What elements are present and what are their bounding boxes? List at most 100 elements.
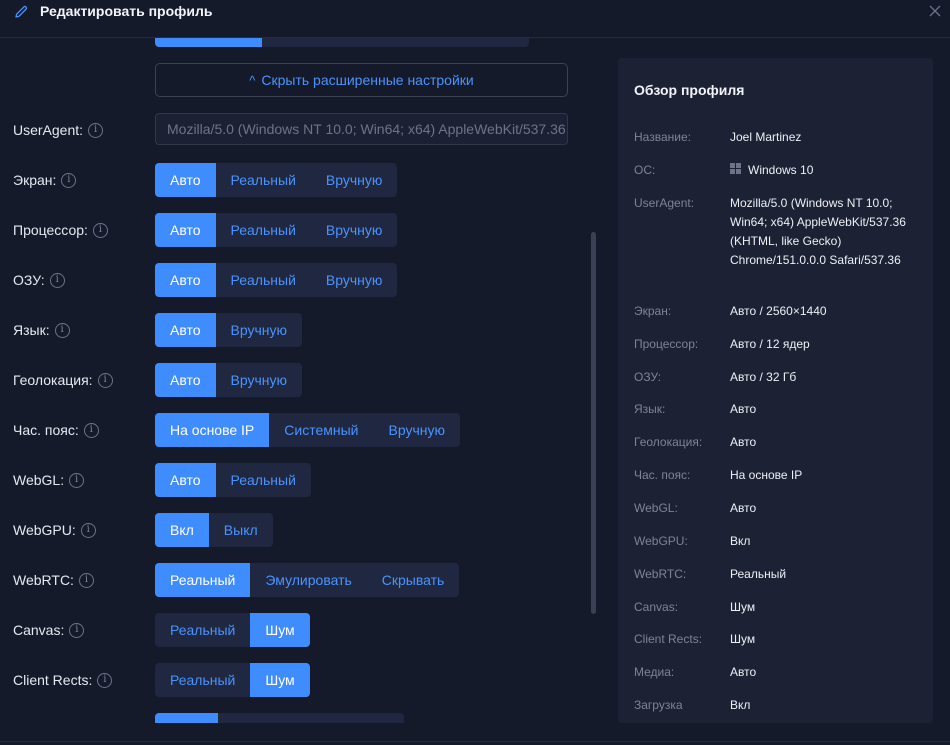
overview-value-webrtc: Реальный: [730, 567, 787, 581]
info-icon[interactable]: i: [61, 172, 77, 188]
segmented-control-partial[interactable]: [155, 713, 404, 723]
webgl-option-auto[interactable]: Авто: [155, 463, 216, 497]
info-icon[interactable]: i: [88, 122, 104, 138]
webgpu-segmented-control: Вкл Выкл: [155, 513, 273, 547]
webgpu-option-on[interactable]: Вкл: [155, 513, 209, 547]
overview-value-webgpu: Вкл: [730, 534, 751, 548]
useragent-label: UserAgent: i: [13, 120, 104, 140]
screen-option-real[interactable]: Реальный: [216, 163, 311, 197]
ram-option-manual[interactable]: Вручную: [311, 263, 398, 297]
overview-key-client-rects: Client Rects:: [634, 632, 703, 646]
hide-advanced-settings-button[interactable]: ^ Скрыть расширенные настройки: [155, 63, 568, 97]
overview-value-webgl: Авто: [730, 501, 757, 515]
close-icon[interactable]: [928, 4, 942, 18]
dialog-title: Редактировать профиль: [40, 3, 213, 19]
language-option-auto[interactable]: Авто: [155, 313, 216, 347]
cpu-option-real[interactable]: Реальный: [216, 213, 311, 247]
profile-overview-title: Обзор профиля: [634, 82, 745, 98]
overview-value-geolocation: Авто: [730, 435, 757, 449]
segment-active-partial[interactable]: [155, 38, 262, 47]
overview-value-timezone: На основе IP: [730, 468, 803, 482]
language-segmented-control: Авто Вручную: [155, 313, 303, 347]
timezone-option-system[interactable]: Системный: [269, 413, 373, 447]
overview-key-timezone: Час. пояс:: [634, 468, 691, 482]
info-icon[interactable]: i: [78, 572, 94, 588]
screen-option-manual[interactable]: Вручную: [311, 163, 398, 197]
language-option-manual[interactable]: Вручную: [216, 313, 303, 347]
screen-label: Экран: i: [13, 170, 77, 190]
webrtc-segmented-control: Реальный Эмулировать Скрывать: [155, 563, 460, 597]
geolocation-label: Геолокация: i: [13, 370, 113, 390]
info-icon[interactable]: i: [97, 672, 113, 688]
info-icon[interactable]: i: [69, 622, 85, 638]
overview-value-cpu: Авто / 12 ядер: [730, 337, 810, 351]
info-icon[interactable]: i: [54, 322, 70, 338]
cpu-option-auto[interactable]: Авто: [155, 213, 216, 247]
useragent-input[interactable]: Mozilla/5.0 (Windows NT 10.0; Win64; x64…: [155, 113, 568, 145]
profile-overview-panel: Обзор профиля Название: Joel Martinez ОС…: [618, 58, 933, 723]
segment-active-partial[interactable]: [155, 713, 218, 723]
dialog-header: Редактировать профиль: [0, 0, 950, 38]
overview-value-language: Авто: [730, 402, 757, 416]
hide-advanced-settings-label: Скрыть расширенные настройки: [261, 72, 474, 88]
windows-icon: [730, 163, 741, 174]
cpu-option-manual[interactable]: Вручную: [311, 213, 398, 247]
screen-segmented-control: Авто Реальный Вручную: [155, 163, 398, 197]
webgpu-label: WebGPU: i: [13, 520, 96, 540]
overview-value-canvas: Шум: [730, 600, 756, 614]
overview-key-media: Медиа:: [634, 665, 675, 679]
overview-value-useragent: Mozilla/5.0 (Windows NT 10.0; Win64; x64…: [730, 196, 906, 267]
canvas-option-real[interactable]: Реальный: [155, 613, 250, 647]
overview-key-canvas: Canvas:: [634, 600, 679, 614]
ram-option-auto[interactable]: Авто: [155, 263, 216, 297]
geolocation-segmented-control: Авто Вручную: [155, 363, 303, 397]
client-rects-segmented-control: Реальный Шум: [155, 663, 310, 697]
webgl-label: WebGL: i: [13, 470, 85, 490]
overview-value-os: Windows 10: [730, 161, 920, 180]
info-icon[interactable]: i: [92, 222, 108, 238]
canvas-option-noise[interactable]: Шум: [250, 613, 310, 647]
divider: [0, 741, 950, 742]
info-icon[interactable]: i: [49, 272, 65, 288]
overview-value-screen: Авто / 2560×1440: [730, 304, 827, 318]
overview-value-download: Вкл: [730, 698, 751, 712]
overview-key-webrtc: WebRTC:: [634, 567, 687, 581]
overview-key-ram: ОЗУ:: [634, 370, 662, 384]
timezone-option-manual[interactable]: Вручную: [374, 413, 461, 447]
overview-os-text: Windows 10: [748, 163, 814, 177]
timezone-label: Час. пояс: i: [13, 420, 99, 440]
geolocation-option-manual[interactable]: Вручную: [216, 363, 303, 397]
overview-value-client-rects: Шум: [730, 632, 756, 646]
overview-key-cpu: Процессор:: [634, 337, 699, 351]
info-icon[interactable]: i: [69, 472, 85, 488]
overview-value-name: Joel Martinez: [730, 130, 802, 144]
overview-key-screen: Экран:: [634, 304, 672, 318]
canvas-segmented-control: Реальный Шум: [155, 613, 310, 647]
client-rects-option-noise[interactable]: Шум: [250, 663, 310, 697]
webrtc-option-hide[interactable]: Скрывать: [367, 563, 460, 597]
webgl-option-real[interactable]: Реальный: [216, 463, 311, 497]
cpu-segmented-control: Авто Реальный Вручную: [155, 213, 398, 247]
overview-value-media: Авто: [730, 665, 757, 679]
overview-key-webgl: WebGL:: [634, 501, 678, 515]
geolocation-option-auto[interactable]: Авто: [155, 363, 216, 397]
scrollbar-thumb[interactable]: [591, 232, 596, 614]
webgpu-option-off[interactable]: Выкл: [209, 513, 273, 547]
cpu-label: Процессор: i: [13, 220, 108, 240]
timezone-option-ip-based[interactable]: На основе IP: [155, 413, 270, 447]
info-icon[interactable]: i: [97, 372, 113, 388]
segmented-control-partial[interactable]: [155, 38, 529, 47]
info-icon[interactable]: i: [80, 522, 96, 538]
screen-option-auto[interactable]: Авто: [155, 163, 216, 197]
overview-key-name: Название:: [634, 130, 691, 144]
overview-key-useragent: UserAgent:: [634, 196, 695, 210]
info-icon[interactable]: i: [83, 422, 99, 438]
pencil-icon: [15, 5, 28, 18]
client-rects-option-real[interactable]: Реальный: [155, 663, 250, 697]
ram-option-real[interactable]: Реальный: [216, 263, 311, 297]
overview-key-download: Загрузка: [634, 698, 683, 712]
webrtc-option-emulate[interactable]: Эмулировать: [250, 563, 366, 597]
webrtc-label: WebRTC: i: [13, 570, 94, 590]
overview-key-webgpu: WebGPU:: [634, 534, 688, 548]
webrtc-option-real[interactable]: Реальный: [155, 563, 251, 597]
